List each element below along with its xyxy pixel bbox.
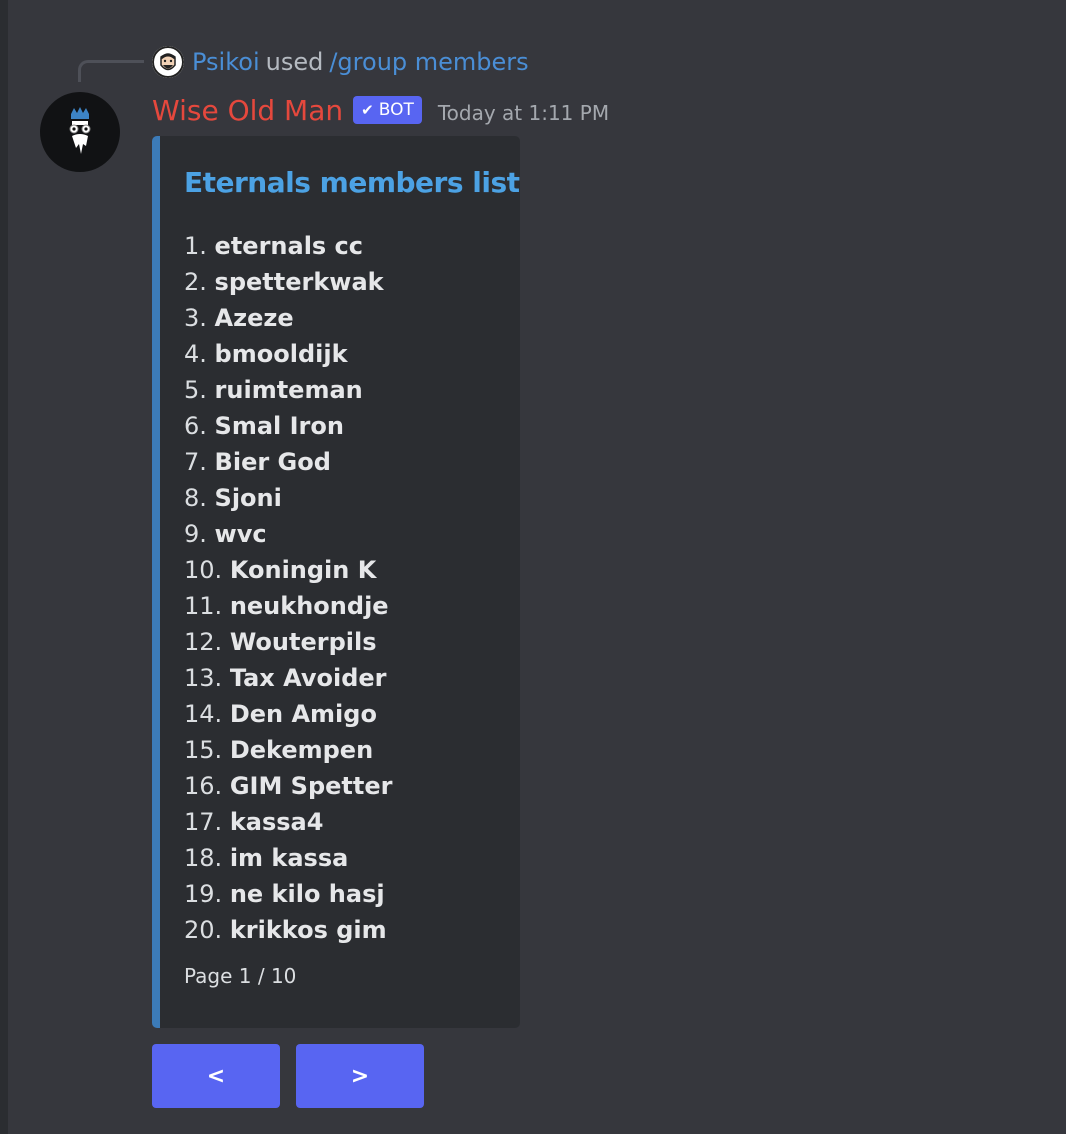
member-rank: 16. — [184, 772, 223, 800]
next-page-button[interactable]: > — [296, 1044, 424, 1108]
member-name: Sjoni — [214, 484, 282, 512]
member-list-item: 9. wvc — [184, 516, 392, 552]
member-name: krikkos gim — [229, 916, 387, 944]
member-rank: 11. — [184, 592, 223, 620]
member-name: im kassa — [229, 844, 349, 872]
bot-badge-label: BOT — [378, 100, 414, 120]
member-list-item: 1. eternals cc — [184, 228, 392, 264]
member-list-item: 16. GIM Spetter — [184, 768, 392, 804]
bot-avatar[interactable] — [40, 92, 120, 172]
member-rank: 17. — [184, 808, 223, 836]
member-list-item: 14. Den Amigo — [184, 696, 392, 732]
previous-page-button[interactable]: < — [152, 1044, 280, 1108]
member-name: Smal Iron — [214, 412, 344, 440]
member-list: 1. eternals cc 2. spetterkwak 3. Azeze 4. b… — [184, 228, 392, 948]
member-list-item: 13. Tax Avoider — [184, 660, 392, 696]
member-rank: 20. — [184, 916, 223, 944]
message-timestamp[interactable]: Today at 1:11 PM — [438, 95, 609, 125]
member-name: kassa4 — [229, 808, 324, 836]
member-list-item: 19. ne kilo hasj — [184, 876, 392, 912]
member-list-item: 20. krikkos gim — [184, 912, 392, 948]
member-name: neukhondje — [229, 592, 389, 620]
member-rank: 18. — [184, 844, 223, 872]
member-name: eternals cc — [214, 232, 364, 260]
member-list-item: 7. Bier God — [184, 444, 392, 480]
channel-edge — [0, 0, 8, 1134]
member-rank: 2. — [184, 268, 207, 296]
member-list-item: 15. Dekempen — [184, 732, 392, 768]
member-list-item: 11. neukhondje — [184, 588, 392, 624]
member-list-item: 5. ruimteman — [184, 372, 392, 408]
member-name: GIM Spetter — [229, 772, 393, 800]
member-rank: 1. — [184, 232, 207, 260]
replier-avatar[interactable] — [152, 46, 184, 78]
slash-command-link[interactable]: /group members — [329, 48, 528, 76]
member-rank: 10. — [184, 556, 223, 584]
member-list-item: 3. Azeze — [184, 300, 392, 336]
member-rank: 4. — [184, 340, 207, 368]
embed-title: Eternals members list — [184, 166, 520, 199]
member-rank: 7. — [184, 448, 207, 476]
member-name: ruimteman — [214, 376, 363, 404]
bot-badge: ✔ BOT — [353, 96, 422, 124]
wise-old-man-icon — [69, 107, 91, 154]
member-name: Bier God — [214, 448, 331, 476]
member-list-item: 2. spetterkwak — [184, 264, 392, 300]
reply-context[interactable]: Psikoi used /group members — [152, 44, 529, 80]
member-rank: 3. — [184, 304, 207, 332]
member-name: ne kilo hasj — [229, 880, 385, 908]
member-list-item: 12. Wouterpils — [184, 624, 392, 660]
member-list-item: 18. im kassa — [184, 840, 392, 876]
message-header: Wise Old Man ✔ BOT Today at 1:11 PM — [152, 90, 609, 130]
member-name: wvc — [214, 520, 267, 548]
member-rank: 15. — [184, 736, 223, 764]
verified-check-icon: ✔ — [361, 101, 374, 119]
member-list-item: 17. kassa4 — [184, 804, 392, 840]
replier-name[interactable]: Psikoi — [192, 48, 260, 76]
member-name: Koningin K — [229, 556, 377, 584]
member-list-item: 8. Sjoni — [184, 480, 392, 516]
member-name: Wouterpils — [229, 628, 377, 656]
author-name[interactable]: Wise Old Man — [152, 94, 343, 127]
member-list-item: 10. Koningin K — [184, 552, 392, 588]
member-list-item: 4. bmooldijk — [184, 336, 392, 372]
member-name: spetterkwak — [214, 268, 384, 296]
member-rank: 13. — [184, 664, 223, 692]
page-indicator: Page 1 / 10 — [184, 964, 297, 988]
member-rank: 6. — [184, 412, 207, 440]
embed-card: Eternals members list 1. eternals cc 2. s… — [152, 136, 520, 1028]
member-rank: 14. — [184, 700, 223, 728]
member-name: Tax Avoider — [229, 664, 387, 692]
member-name: Den Amigo — [229, 700, 377, 728]
member-name: Dekempen — [229, 736, 374, 764]
member-rank: 12. — [184, 628, 223, 656]
reply-connector — [78, 60, 144, 82]
member-rank: 5. — [184, 376, 207, 404]
member-list-item: 6. Smal Iron — [184, 408, 392, 444]
member-rank: 19. — [184, 880, 223, 908]
member-name: Azeze — [214, 304, 294, 332]
reply-used-text: used — [265, 48, 324, 76]
member-rank: 8. — [184, 484, 207, 512]
member-rank: 9. — [184, 520, 207, 548]
member-name: bmooldijk — [214, 340, 348, 368]
